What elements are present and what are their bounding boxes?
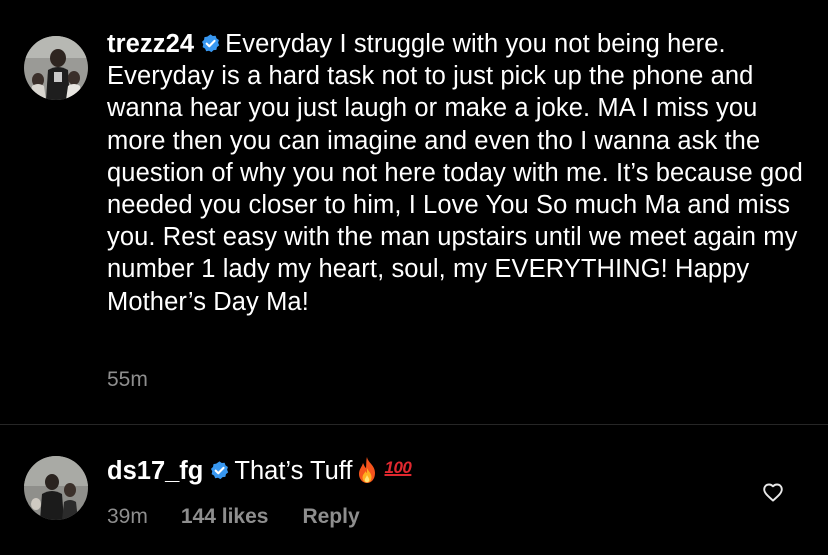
avatar-image	[24, 36, 88, 100]
avatar-image	[24, 456, 88, 520]
comment-username[interactable]: ds17_fg	[107, 457, 203, 485]
comment-timestamp: 39m	[107, 505, 148, 528]
verified-badge-icon	[200, 33, 221, 54]
heart-icon[interactable]	[761, 480, 785, 504]
comment-meta: 39m 144 likes Reply	[107, 505, 360, 529]
hundred-points-emoji: 100	[384, 458, 412, 477]
caption-text: Everyday I struggle with you not being h…	[107, 30, 803, 316]
fire-emoji	[355, 456, 379, 484]
caption-author-avatar[interactable]	[24, 36, 88, 100]
verified-badge-icon	[209, 460, 230, 481]
comment-likes-link[interactable]: 144 likes	[181, 505, 269, 528]
caption-username[interactable]: trezz24	[107, 30, 194, 58]
caption-body: trezz24 Everyday I struggle with you not …	[107, 28, 807, 318]
comment-text: That’s Tuff	[234, 457, 353, 485]
post-caption: trezz24 Everyday I struggle with you not …	[0, 0, 828, 424]
caption-timestamp: 55m	[107, 368, 148, 391]
reply-button[interactable]: Reply	[302, 505, 359, 528]
comment-author-avatar[interactable]	[24, 456, 88, 520]
comment-body: ds17_fg That’s Tuff 100	[107, 452, 412, 487]
divider	[0, 424, 828, 425]
